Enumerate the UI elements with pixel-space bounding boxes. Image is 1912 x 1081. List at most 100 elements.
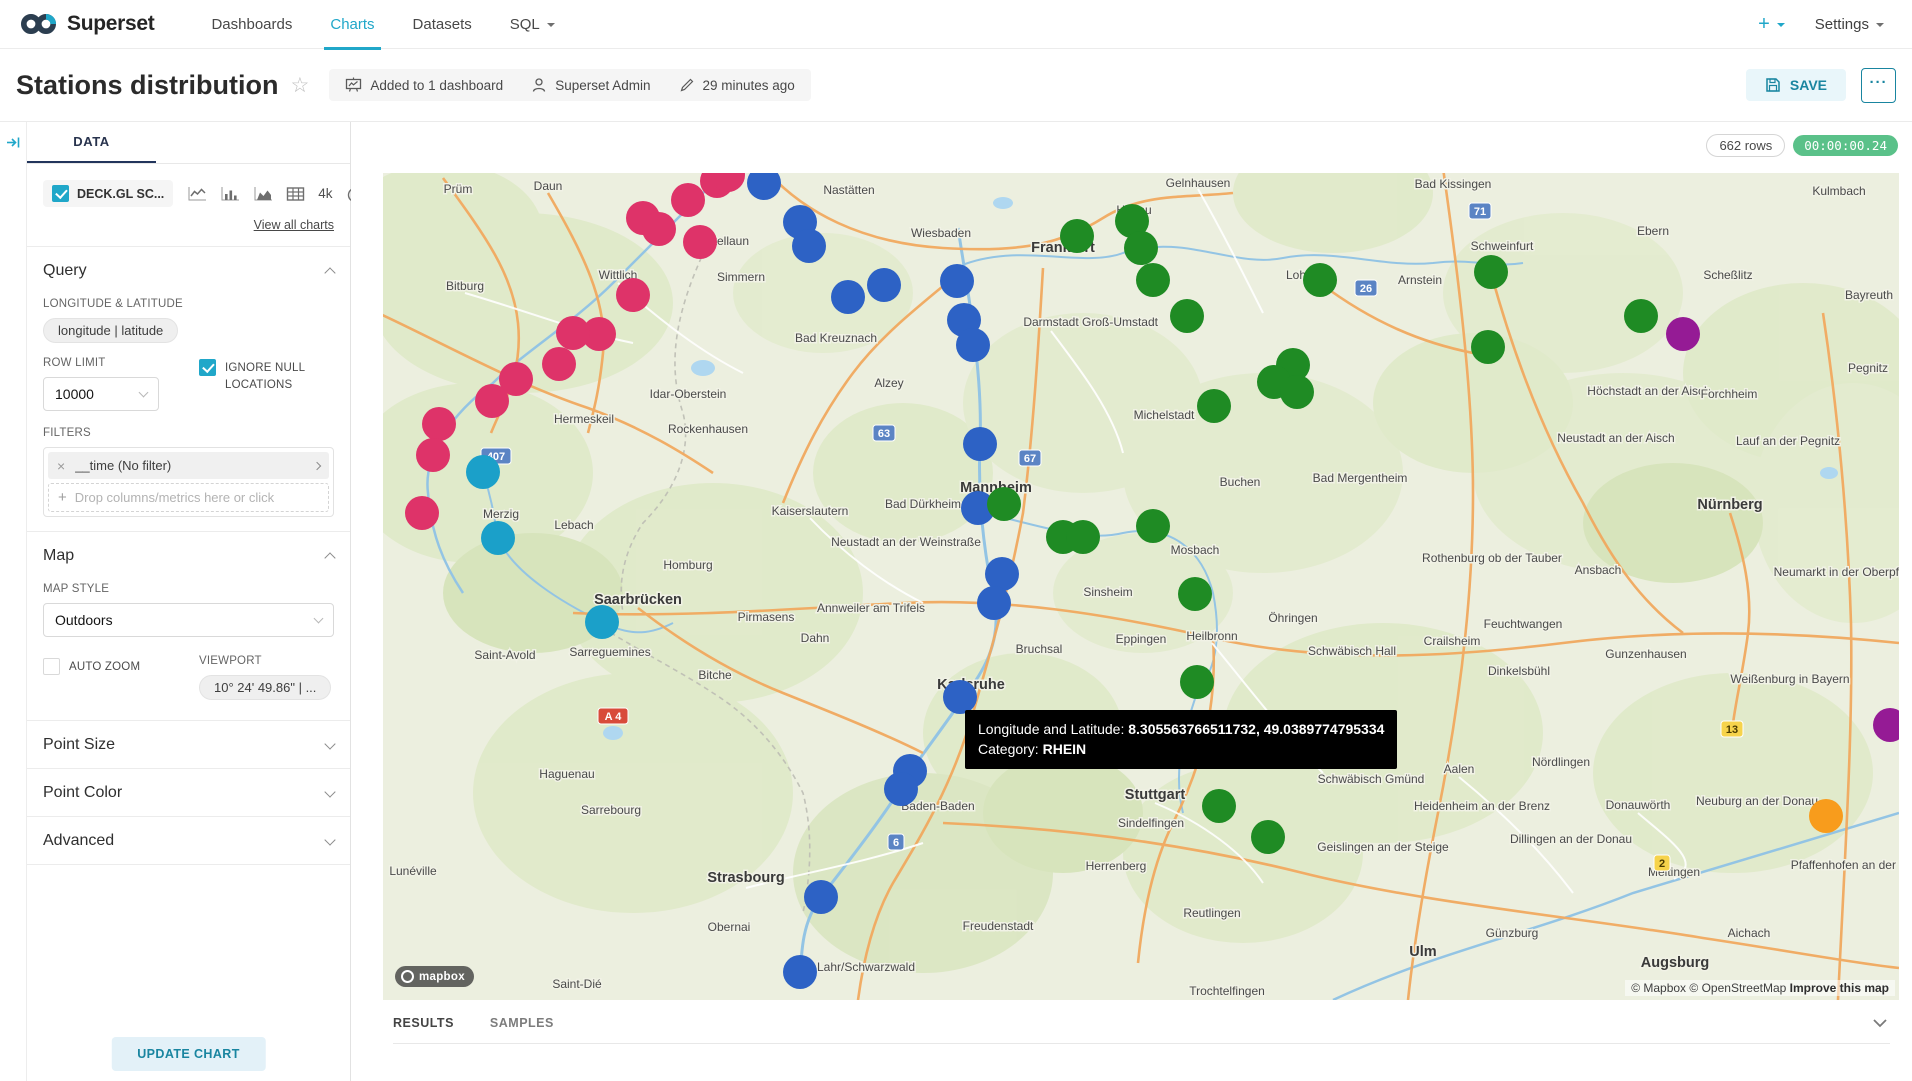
brand-name: Superset xyxy=(67,12,154,36)
row-limit-select[interactable]: 10000 xyxy=(43,377,159,411)
map-point[interactable] xyxy=(940,264,974,298)
map-point[interactable] xyxy=(985,557,1019,591)
last-modified-badge[interactable]: 29 minutes ago xyxy=(679,77,795,93)
map-point[interactable] xyxy=(585,605,619,639)
view-all-charts-link[interactable]: View all charts xyxy=(254,218,334,232)
map-point[interactable] xyxy=(977,586,1011,620)
map-point[interactable] xyxy=(1136,509,1170,543)
attribution-osm[interactable]: © OpenStreetMap xyxy=(1689,981,1786,995)
line-chart-icon[interactable] xyxy=(187,186,207,202)
map-point[interactable] xyxy=(1251,820,1285,854)
map-city-label: Lebach xyxy=(554,518,593,532)
auto-zoom-control[interactable]: AUTO ZOOM xyxy=(43,658,193,676)
more-actions-button[interactable]: ··· xyxy=(1861,68,1896,103)
remove-filter-icon[interactable]: × xyxy=(57,458,65,474)
lonlat-value-pill[interactable]: longitude | latitude xyxy=(43,318,178,343)
area-chart-icon[interactable] xyxy=(253,186,273,202)
map-point[interactable] xyxy=(1060,219,1094,253)
ignore-null-control[interactable]: IGNORE NULL LOCATIONS xyxy=(199,359,334,393)
map-point[interactable] xyxy=(405,496,439,530)
map-point[interactable] xyxy=(671,183,705,217)
map-point[interactable] xyxy=(1280,375,1314,409)
viz-4k-label[interactable]: 4k xyxy=(318,186,332,201)
filters-label: FILTERS xyxy=(43,427,334,439)
advanced-section-header[interactable]: Advanced xyxy=(27,817,350,862)
map-point[interactable] xyxy=(1170,299,1204,333)
map-point[interactable] xyxy=(1471,330,1505,364)
owner-badge[interactable]: Superset Admin xyxy=(531,77,650,93)
map-point[interactable] xyxy=(867,268,901,302)
viz-type-selected[interactable]: DECK.GL SC... xyxy=(43,180,173,207)
road-shield-label: 26 xyxy=(1360,283,1372,295)
expand-panel-icon[interactable] xyxy=(6,135,21,150)
map-point[interactable] xyxy=(642,212,676,246)
superset-logo[interactable]: Superset xyxy=(20,12,154,36)
collapse-results-icon[interactable] xyxy=(1872,1018,1890,1028)
nav-sql[interactable]: SQL xyxy=(510,0,555,49)
map-point[interactable] xyxy=(481,521,515,555)
map-point[interactable] xyxy=(1202,789,1236,823)
chevron-up-icon xyxy=(324,552,335,563)
map-point[interactable] xyxy=(1180,665,1214,699)
map-style-select[interactable]: Outdoors xyxy=(43,603,334,637)
map-city-label: Pegnitz xyxy=(1848,361,1888,375)
filter-drop-zone[interactable]: + Drop columns/metrics here or click xyxy=(48,483,329,512)
new-item-button[interactable]: + xyxy=(1758,13,1785,36)
map-point[interactable] xyxy=(1178,577,1212,611)
nav-charts[interactable]: Charts xyxy=(330,0,374,49)
settings-menu[interactable]: Settings xyxy=(1815,16,1884,33)
mapbox-logo[interactable]: mapbox xyxy=(395,966,474,987)
map-point[interactable] xyxy=(987,487,1021,521)
map-point[interactable] xyxy=(466,455,500,489)
filter-pill[interactable]: × __time (No filter) xyxy=(48,452,329,479)
point-size-section-header[interactable]: Point Size xyxy=(27,721,350,766)
map-point[interactable] xyxy=(804,880,838,914)
map-section-header[interactable]: Map xyxy=(27,532,350,577)
map-point[interactable] xyxy=(683,225,717,259)
save-button[interactable]: SAVE xyxy=(1746,69,1846,101)
improve-map-link[interactable]: Improve this map xyxy=(1790,981,1889,995)
point-color-section-header[interactable]: Point Color xyxy=(27,769,350,814)
map-point[interactable] xyxy=(1474,255,1508,289)
map-city-label: Scheßlitz xyxy=(1703,268,1752,282)
update-chart-button[interactable]: UPDATE CHART xyxy=(111,1037,265,1071)
map-point[interactable] xyxy=(1136,263,1170,297)
map-point[interactable] xyxy=(422,407,456,441)
map-point[interactable] xyxy=(1066,520,1100,554)
map-point[interactable] xyxy=(1809,799,1843,833)
viewport-value-pill[interactable]: 10° 24' 49.86" | ... xyxy=(199,675,331,700)
checked-checkbox-icon[interactable] xyxy=(199,359,216,376)
tab-results[interactable]: RESULTS xyxy=(393,1016,454,1030)
map-city-label: Bayreuth xyxy=(1845,288,1893,302)
map-point[interactable] xyxy=(943,680,977,714)
map-point[interactable] xyxy=(616,278,650,312)
map-point[interactable] xyxy=(884,772,918,806)
map-point[interactable] xyxy=(956,328,990,362)
favorite-star-icon[interactable]: ☆ xyxy=(291,73,310,98)
table-icon[interactable] xyxy=(286,186,305,202)
nav-datasets[interactable]: Datasets xyxy=(413,0,472,49)
nav-dashboards[interactable]: Dashboards xyxy=(211,0,292,49)
map-point[interactable] xyxy=(1624,299,1658,333)
query-section-header[interactable]: Query xyxy=(27,247,350,292)
map-point[interactable] xyxy=(556,316,590,350)
map-point[interactable] xyxy=(475,384,509,418)
attribution-mapbox[interactable]: © Mapbox xyxy=(1631,981,1686,995)
unchecked-checkbox-icon[interactable] xyxy=(43,658,60,675)
map-point[interactable] xyxy=(783,955,817,989)
map-canvas[interactable]: PrümDaunNastättenGelnhausenBad Kissingen… xyxy=(383,173,1899,1000)
map-point[interactable] xyxy=(1124,231,1158,265)
map-point[interactable] xyxy=(963,427,997,461)
map-point[interactable] xyxy=(831,280,865,314)
bar-chart-icon[interactable] xyxy=(220,186,240,202)
map-point[interactable] xyxy=(1303,263,1337,297)
deckgl-map[interactable]: PrümDaunNastättenGelnhausenBad Kissingen… xyxy=(383,173,1899,1000)
map-point[interactable] xyxy=(416,438,450,472)
tab-samples[interactable]: SAMPLES xyxy=(490,1016,554,1030)
map-point[interactable] xyxy=(542,347,576,381)
map-point[interactable] xyxy=(1197,389,1231,423)
dashboards-badge[interactable]: Added to 1 dashboard xyxy=(345,77,503,93)
map-point[interactable] xyxy=(1666,317,1700,351)
map-point[interactable] xyxy=(792,229,826,263)
tab-data[interactable]: DATA xyxy=(27,122,156,163)
